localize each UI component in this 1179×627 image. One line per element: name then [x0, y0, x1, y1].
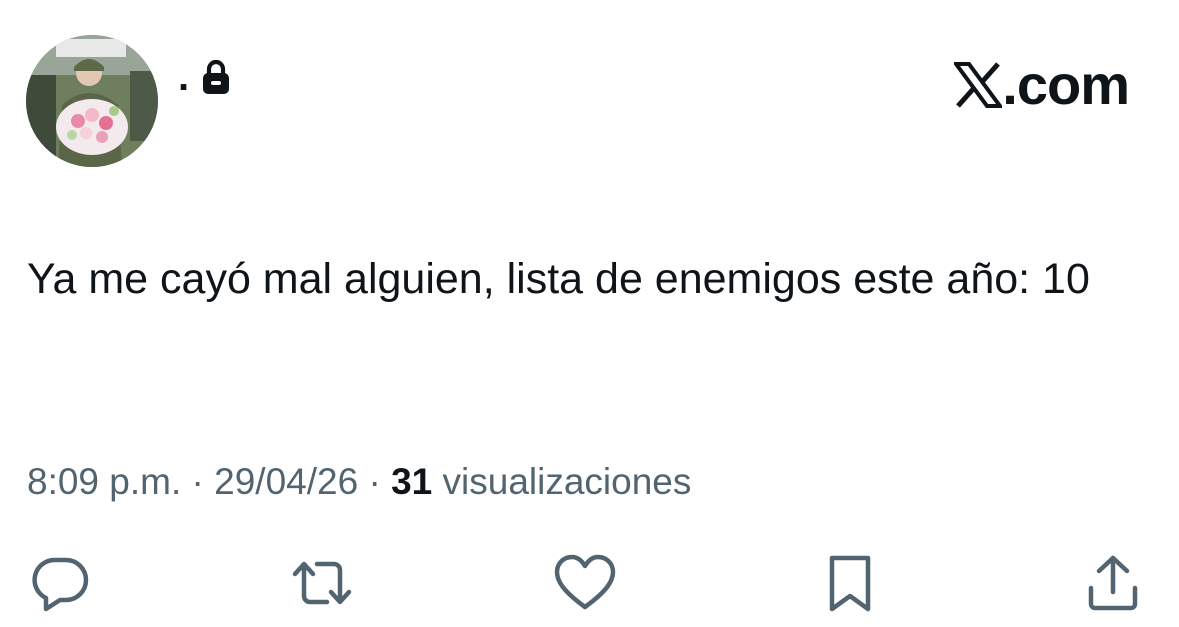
bookmark-icon	[829, 555, 871, 612]
meta-separator: ·	[191, 461, 204, 502]
lock-icon	[201, 59, 231, 95]
views-label: visualizaciones	[442, 461, 692, 502]
share-button[interactable]	[1078, 548, 1148, 618]
bookmark-button[interactable]	[815, 548, 885, 618]
tweet-text: Ya me cayó mal alguien, lista de enemigo…	[27, 255, 1090, 303]
reply-icon	[32, 557, 89, 612]
avatar[interactable]	[26, 35, 158, 167]
retweet-button[interactable]	[287, 548, 357, 618]
tweet-meta: 8:09 p.m. · 29/04/26 · 31 visualizacione…	[27, 458, 691, 506]
brand-mark: .com	[954, 52, 1130, 118]
brand-text: .com	[1002, 53, 1130, 116]
views-count: 31	[391, 461, 433, 502]
like-button[interactable]	[550, 548, 620, 618]
x-logo-icon	[954, 62, 1003, 108]
avatar-photo	[26, 35, 158, 167]
share-icon	[1088, 555, 1138, 611]
display-name[interactable]: .	[178, 57, 189, 97]
tweet-date[interactable]: 29/04/26	[214, 461, 358, 502]
retweet-icon	[292, 561, 352, 605]
action-bar	[0, 548, 1179, 618]
user-name-row: .	[178, 52, 231, 102]
reply-button[interactable]	[26, 548, 96, 618]
heart-icon	[554, 554, 616, 610]
meta-separator: ·	[368, 461, 381, 502]
tweet-time[interactable]: 8:09 p.m.	[27, 461, 181, 502]
